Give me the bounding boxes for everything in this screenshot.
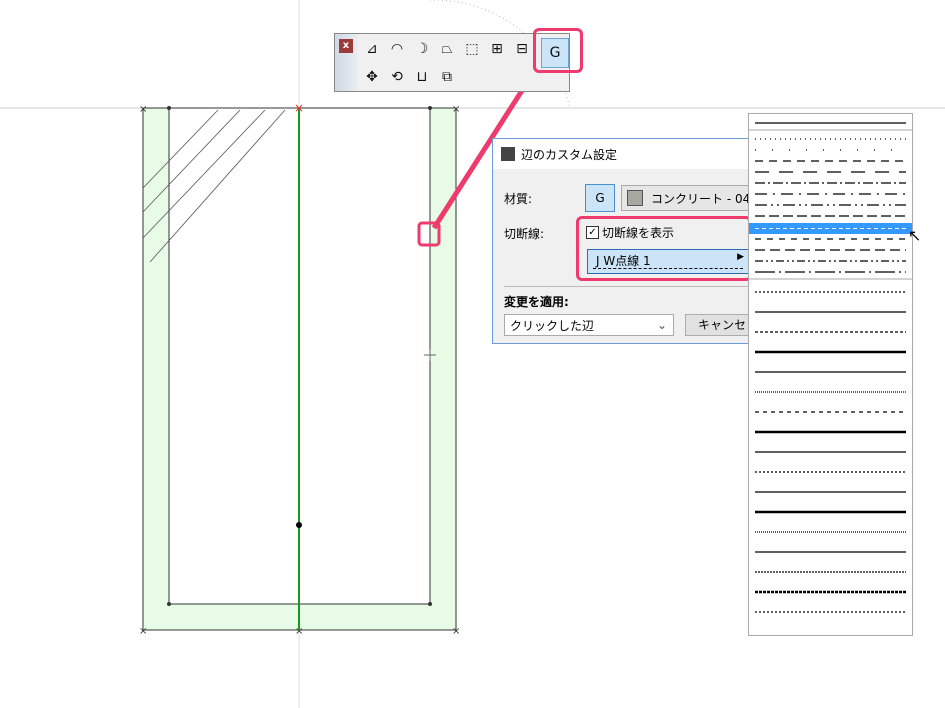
- dialog-title: 辺のカスタム設定: [521, 147, 618, 162]
- add-vertex-icon[interactable]: ⊞: [486, 38, 508, 60]
- cutline-label: 切断線:: [504, 227, 545, 241]
- wall-outline: × × × × × ×: [139, 101, 460, 637]
- material-label: 材質:: [504, 192, 533, 206]
- edge-offset-icon[interactable]: ⏢: [436, 38, 458, 60]
- angle-icon[interactable]: ⊿: [361, 38, 383, 60]
- move-icon[interactable]: ✥: [361, 66, 383, 88]
- mirror-icon[interactable]: ⊔: [411, 66, 433, 88]
- apply-select[interactable]: クリックした辺 ⌄: [504, 314, 674, 336]
- divider: [504, 286, 749, 287]
- material-brush-icon[interactable]: G: [585, 184, 615, 212]
- apply-label: 変更を適用:: [504, 295, 569, 309]
- remove-vertex-icon[interactable]: ⊟: [511, 38, 533, 60]
- svg-text:×: ×: [294, 101, 304, 115]
- svg-text:×: ×: [295, 626, 303, 637]
- svg-text:×: ×: [139, 104, 147, 115]
- close-button[interactable]: x: [339, 39, 353, 53]
- resize-icon[interactable]: ⧉: [436, 66, 458, 88]
- highlight-frame: [533, 28, 583, 73]
- mouse-cursor-icon: ↖: [908, 226, 922, 245]
- curve-icon[interactable]: ☽: [411, 38, 433, 60]
- svg-text:×: ×: [452, 626, 460, 637]
- arc-icon[interactable]: ◠: [386, 38, 408, 60]
- cancel-button[interactable]: キャンセル: [685, 314, 755, 336]
- material-select[interactable]: コンクリート - 04: [621, 185, 761, 211]
- edge-offset-dotted-icon[interactable]: ⬚: [461, 38, 483, 60]
- highlight-frame: [576, 216, 752, 281]
- material-swatch: [627, 190, 643, 206]
- svg-text:×: ×: [452, 104, 460, 115]
- svg-text:×: ×: [139, 626, 147, 637]
- app-icon: [501, 147, 515, 161]
- rotate-icon[interactable]: ⟲: [386, 66, 408, 88]
- selected-linetype[interactable]: [749, 223, 912, 234]
- chevron-down-icon: ⌄: [656, 318, 667, 332]
- linetype-list[interactable]: [748, 113, 913, 636]
